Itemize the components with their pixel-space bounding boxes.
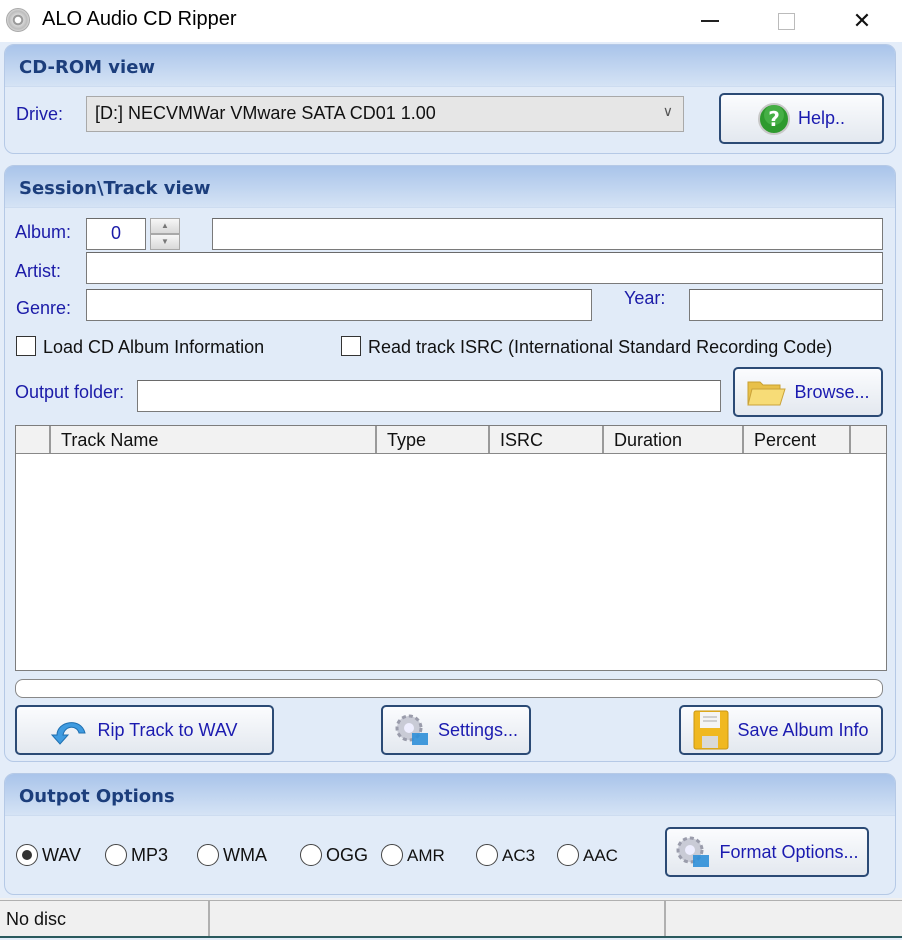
maximize-button[interactable]	[756, 0, 816, 42]
load-cd-info-label[interactable]: Load CD Album Information	[43, 337, 264, 358]
output-options-header: Outpot Options	[5, 774, 895, 816]
help-icon: ?	[757, 102, 790, 135]
album-number-input[interactable]: 0	[86, 218, 146, 250]
rip-progress-bar	[15, 679, 883, 698]
status-panel-disc: No disc	[0, 900, 208, 936]
window-title: ALO Audio CD Ripper	[42, 8, 237, 30]
album-spin-up[interactable]: ▲	[150, 218, 180, 234]
read-isrc-checkbox[interactable]	[341, 336, 361, 356]
format-radio-ac3[interactable]	[476, 844, 498, 866]
column-header-type[interactable]: Type	[377, 426, 490, 453]
format-label-ac3[interactable]: AC3	[502, 846, 535, 866]
format-options-button-label: Format Options...	[719, 841, 859, 862]
column-header-indicator[interactable]	[16, 426, 51, 453]
save-album-info-button[interactable]: Save Album Info	[679, 705, 883, 755]
status-panel-right	[664, 900, 902, 936]
track-list[interactable]: Track Name Type ISRC Duration Percent	[15, 425, 887, 671]
settings-button-label: Settings...	[437, 719, 519, 740]
help-button[interactable]: ? Help..	[719, 93, 884, 144]
output-folder-label: Output folder:	[15, 382, 125, 402]
album-title-input[interactable]	[212, 218, 883, 250]
load-cd-info-checkbox[interactable]	[16, 336, 36, 356]
settings-gear-icon	[395, 714, 428, 745]
folder-icon	[747, 381, 787, 406]
cdrom-group-title: CD-ROM view	[19, 57, 156, 78]
cdrom-group-header: CD-ROM view	[5, 45, 895, 87]
floppy-disk-icon	[693, 710, 729, 750]
format-radio-wav[interactable]	[16, 844, 38, 866]
maximize-icon	[777, 12, 795, 30]
rip-arrow-icon	[51, 722, 87, 745]
help-button-label: Help..	[797, 108, 846, 128]
album-label: Album:	[15, 222, 72, 242]
format-radio-ogg[interactable]	[300, 844, 322, 866]
browse-button[interactable]: Browse...	[733, 367, 883, 417]
drive-label: Drive:	[16, 104, 64, 124]
format-radio-wma[interactable]	[197, 844, 219, 866]
close-icon: ✕	[852, 8, 872, 33]
status-bar: No disc	[0, 898, 902, 938]
minimize-icon	[701, 20, 719, 22]
column-header-filler	[851, 426, 886, 453]
track-list-header: Track Name Type ISRC Duration Percent	[16, 426, 886, 454]
column-header-track-name[interactable]: Track Name	[51, 426, 377, 453]
settings-button[interactable]: Settings...	[381, 705, 531, 755]
drive-select[interactable]: [D:] NECVMWar VMware SATA CD01 1.00 ∨	[86, 96, 684, 132]
format-label-mp3[interactable]: MP3	[131, 845, 168, 866]
minimize-button[interactable]	[680, 0, 740, 42]
rip-track-button[interactable]: Rip Track to WAV	[15, 705, 274, 755]
format-radio-amr[interactable]	[381, 844, 403, 866]
format-label-amr[interactable]: AMR	[407, 846, 445, 866]
format-label-ogg[interactable]: OGG	[326, 845, 368, 866]
column-header-isrc[interactable]: ISRC	[490, 426, 604, 453]
close-button[interactable]: ✕	[832, 0, 892, 42]
column-header-percent[interactable]: Percent	[744, 426, 851, 453]
save-album-info-button-label: Save Album Info	[737, 719, 869, 740]
year-label: Year:	[624, 288, 666, 308]
chevron-down-icon: ∨	[662, 103, 673, 119]
artist-input[interactable]	[86, 252, 883, 284]
drive-select-value: [D:] NECVMWar VMware SATA CD01 1.00	[95, 103, 436, 123]
format-label-aac[interactable]: AAC	[583, 846, 618, 866]
svg-text:?: ?	[768, 107, 780, 131]
session-group-header: Session\Track view	[5, 166, 895, 208]
output-options-title: Outpot Options	[19, 786, 175, 807]
cd-disc-icon	[6, 8, 30, 32]
format-radio-aac[interactable]	[557, 844, 579, 866]
format-options-gear-icon	[676, 836, 710, 867]
browse-button-label: Browse...	[794, 381, 870, 402]
session-group-title: Session\Track view	[19, 178, 211, 199]
format-radio-mp3[interactable]	[105, 844, 127, 866]
title-bar: ALO Audio CD Ripper ✕	[0, 0, 902, 42]
rip-track-button-label: Rip Track to WAV	[97, 719, 238, 740]
status-panel-middle	[208, 900, 664, 936]
album-spin-down[interactable]: ▼	[150, 234, 180, 250]
genre-input[interactable]	[86, 289, 592, 321]
column-header-duration[interactable]: Duration	[604, 426, 744, 453]
format-label-wma[interactable]: WMA	[223, 845, 267, 866]
genre-label: Genre:	[16, 298, 72, 318]
artist-label: Artist:	[15, 261, 62, 281]
year-input[interactable]	[689, 289, 883, 321]
format-options-button[interactable]: Format Options...	[665, 827, 869, 877]
output-folder-input[interactable]	[137, 380, 721, 412]
format-label-wav[interactable]: WAV	[42, 845, 81, 866]
read-isrc-label[interactable]: Read track ISRC (International Standard …	[368, 337, 832, 358]
album-number-value: 0	[110, 223, 121, 243]
